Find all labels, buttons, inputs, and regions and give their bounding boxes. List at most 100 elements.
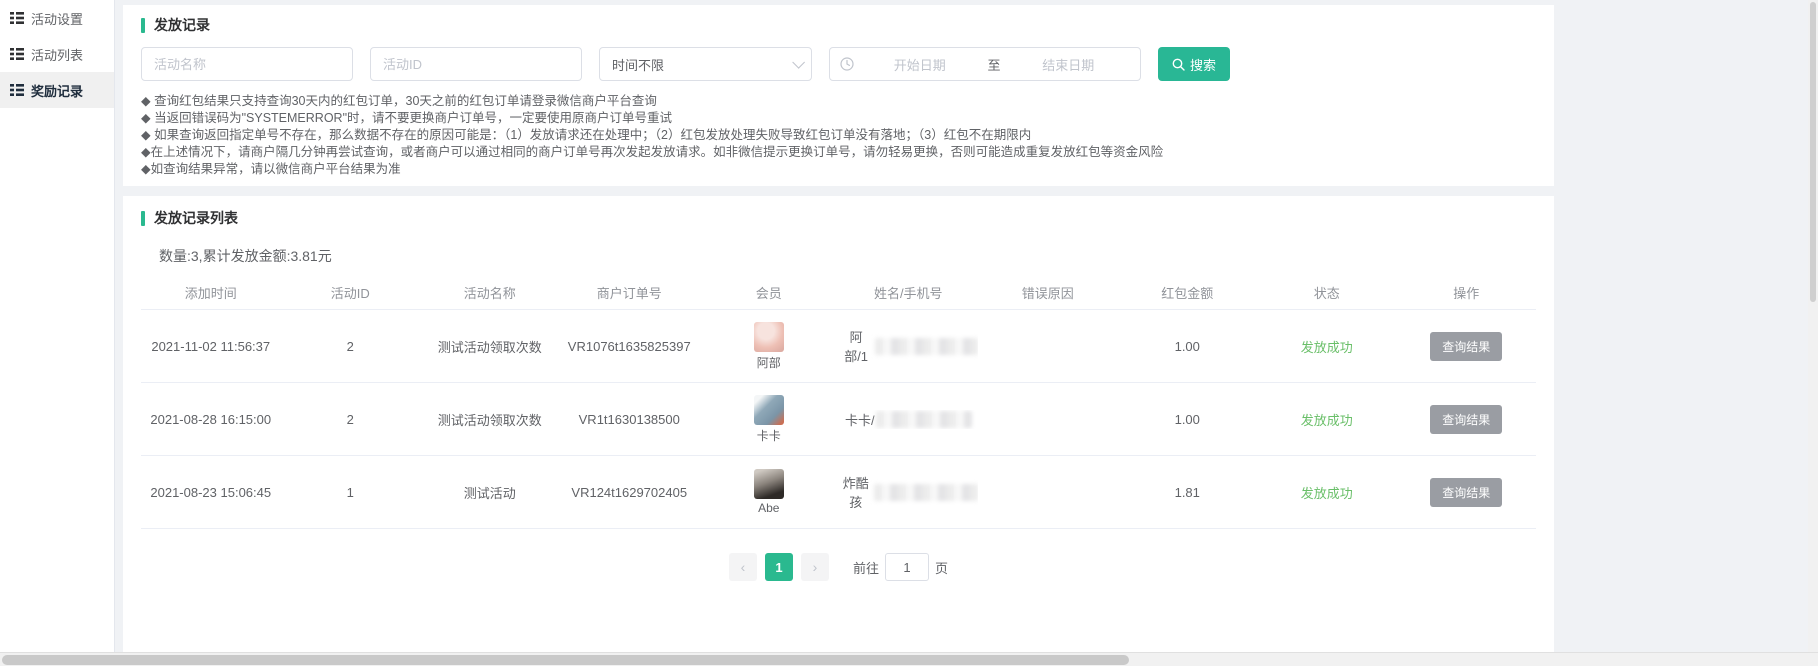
main-content: 发放记录 时间不限 开始日期 至 结束日期: [116, 0, 1808, 652]
col-status: 状态: [1257, 283, 1397, 302]
tips-block: ◆ 查询红包结果只支持查询30天内的红包订单，30天之前的红包订单请登录微信商户…: [141, 93, 1536, 177]
name-phone-text: 阿部/1: [839, 327, 874, 365]
start-date-placeholder[interactable]: 开始日期: [858, 55, 982, 74]
cell-activity-name: 测试活动: [420, 483, 560, 502]
cell-order-no: VR1076t1635825397: [560, 339, 700, 354]
query-result-button[interactable]: 查询结果: [1430, 405, 1502, 434]
redacted-phone: [874, 484, 978, 501]
cell-order-no: VR1t1630138500: [560, 412, 700, 427]
name-phone-text: 卡卡/: [845, 410, 875, 429]
page-number-1[interactable]: 1: [765, 553, 793, 581]
cell-add-time: 2021-11-02 11:56:37: [141, 339, 281, 354]
end-date-placeholder[interactable]: 结束日期: [1007, 55, 1131, 74]
cell-name-phone: 阿部/1: [839, 327, 979, 365]
records-table: 添加时间 活动ID 活动名称 商户订单号 会员 姓名/手机号 错误原因 红包金额…: [141, 276, 1536, 529]
list-icon: [10, 47, 24, 61]
query-result-button[interactable]: 查询结果: [1430, 478, 1502, 507]
cell-add-time: 2021-08-28 16:15:00: [141, 412, 281, 427]
search-button-label: 搜索: [1190, 55, 1216, 74]
accent-bar: [141, 211, 145, 226]
activity-id-input[interactable]: [370, 47, 582, 81]
col-order-no: 商户订单号: [560, 283, 700, 302]
time-range-value: 时间不限: [612, 55, 664, 74]
col-activity-name: 活动名称: [420, 283, 560, 302]
sidebar-item-reward-records[interactable]: 奖励记录: [0, 72, 114, 108]
tip-line: ◆ 查询红包结果只支持查询30天内的红包订单，30天之前的红包订单请登录微信商户…: [141, 93, 1536, 109]
search-icon: [1172, 58, 1185, 71]
table-header-row: 添加时间 活动ID 活动名称 商户订单号 会员 姓名/手机号 错误原因 红包金额…: [141, 276, 1536, 310]
col-error: 错误原因: [978, 283, 1118, 302]
cell-action: 查询结果: [1397, 478, 1537, 507]
cell-amount: 1.00: [1118, 339, 1258, 354]
sidebar-item-activity-settings[interactable]: 活动设置: [0, 0, 114, 36]
member-avatar: [754, 469, 784, 499]
redacted-phone: [876, 411, 972, 428]
activity-name-input[interactable]: [141, 47, 353, 81]
member-avatar: [754, 395, 784, 425]
summary-text: 数量:3,累计发放金额:3.81元: [159, 246, 1536, 266]
sidebar-item-label: 活动列表: [31, 45, 83, 64]
sidebar-item-activity-list[interactable]: 活动列表: [0, 36, 114, 72]
goto-page-group: 前往 页: [853, 553, 948, 581]
cell-member: Abe: [699, 469, 839, 515]
cell-activity-name: 测试活动领取次数: [420, 410, 560, 429]
status-badge: 发放成功: [1257, 483, 1397, 502]
cell-member: 卡卡: [699, 395, 839, 444]
table-row: 2021-08-23 15:06:45 1 测试活动 VR124t1629702…: [141, 456, 1536, 529]
col-activity-id: 活动ID: [281, 283, 421, 302]
search-panel: 发放记录 时间不限 开始日期 至 结束日期: [123, 5, 1554, 186]
name-phone-text: 炸酷孩: [839, 473, 873, 511]
tip-line: ◆在上述情况下，请商户隔几分钟再尝试查询，或者商户可以通过相同的商户订单号再次发…: [141, 144, 1536, 160]
date-separator: 至: [986, 55, 1003, 74]
horizontal-scrollbar[interactable]: [0, 652, 1818, 666]
reward-records-page: 活动设置 活动列表 奖励记录 发放记录: [0, 0, 1818, 666]
status-badge: 发放成功: [1257, 337, 1397, 356]
list-icon: [10, 83, 24, 97]
sidebar-item-label: 活动设置: [31, 9, 83, 28]
next-page-button[interactable]: ›: [801, 553, 829, 581]
horizontal-scrollbar-thumb[interactable]: [2, 655, 1129, 665]
sidebar: 活动设置 活动列表 奖励记录: [0, 0, 115, 652]
cell-order-no: VR124t1629702405: [560, 485, 700, 500]
cell-member: 阿部: [699, 322, 839, 371]
pagination: ‹ 1 › 前往 页: [141, 553, 1536, 581]
col-add-time: 添加时间: [141, 283, 281, 302]
records-list-panel: 发放记录列表 数量:3,累计发放金额:3.81元 添加时间 活动ID 活动名称 …: [123, 196, 1554, 652]
goto-page-input[interactable]: [885, 553, 929, 581]
status-badge: 发放成功: [1257, 410, 1397, 429]
col-name-phone: 姓名/手机号: [839, 283, 979, 302]
date-range-picker[interactable]: 开始日期 至 结束日期: [829, 47, 1141, 81]
table-row: 2021-08-28 16:15:00 2 测试活动领取次数 VR1t16301…: [141, 383, 1536, 456]
member-nickname: 卡卡: [757, 427, 781, 444]
table-row: 2021-11-02 11:56:37 2 测试活动领取次数 VR1076t16…: [141, 310, 1536, 383]
col-member: 会员: [699, 283, 839, 302]
cell-activity-id: 2: [281, 412, 421, 427]
sidebar-item-label: 奖励记录: [31, 81, 83, 100]
col-amount: 红包金额: [1118, 283, 1258, 302]
search-button[interactable]: 搜索: [1158, 47, 1230, 81]
tip-line: ◆如查询结果异常，请以微信商户平台结果为准: [141, 161, 1536, 177]
redacted-phone: [875, 338, 978, 355]
vertical-scrollbar[interactable]: [1808, 0, 1818, 652]
cell-action: 查询结果: [1397, 405, 1537, 434]
vertical-scrollbar-thumb[interactable]: [1810, 2, 1816, 302]
accent-bar: [141, 18, 145, 33]
list-icon: [10, 11, 24, 25]
page-unit-label: 页: [935, 558, 948, 577]
query-result-button[interactable]: 查询结果: [1430, 332, 1502, 361]
page-title: 发放记录: [154, 15, 210, 35]
section-header-records: 发放记录: [141, 15, 1536, 35]
clock-icon: [840, 57, 854, 71]
time-range-select[interactable]: 时间不限: [599, 47, 812, 81]
member-nickname: Abe: [758, 501, 779, 515]
prev-page-button[interactable]: ‹: [729, 553, 757, 581]
cell-action: 查询结果: [1397, 332, 1537, 361]
cell-activity-id: 2: [281, 339, 421, 354]
cell-activity-name: 测试活动领取次数: [420, 337, 560, 356]
cell-activity-id: 1: [281, 485, 421, 500]
cell-amount: 1.00: [1118, 412, 1258, 427]
col-action: 操作: [1397, 283, 1537, 302]
tip-line: ◆ 如果查询返回指定单号不存在，那么数据不存在的原因可能是：（1）发放请求还在处…: [141, 127, 1536, 143]
cell-name-phone: 炸酷孩: [839, 473, 979, 511]
filter-row: 时间不限 开始日期 至 结束日期 搜索: [141, 47, 1536, 81]
